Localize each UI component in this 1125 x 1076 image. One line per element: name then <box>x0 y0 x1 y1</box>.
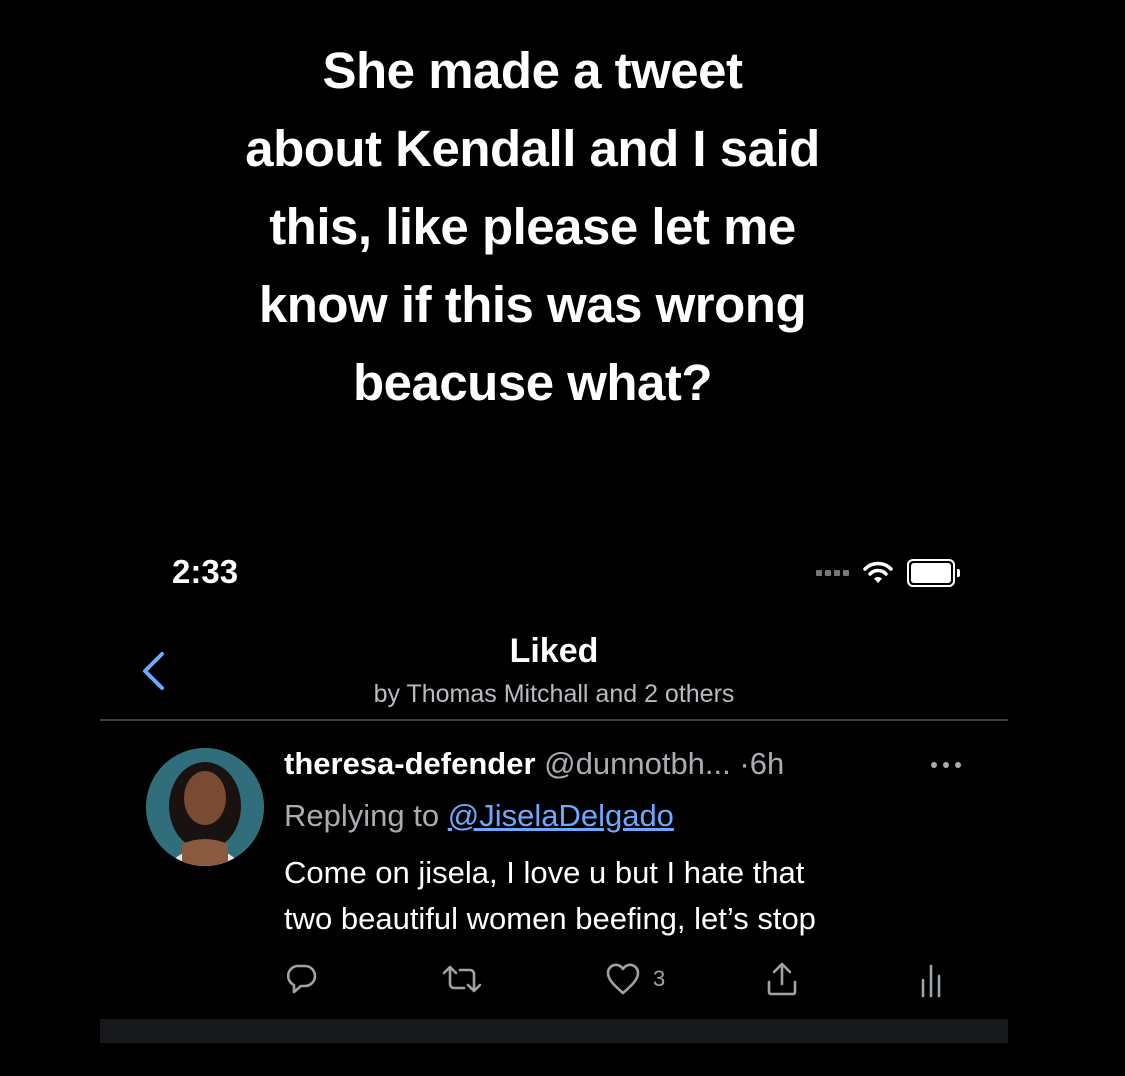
caption-line: beacuse what? <box>352 354 713 411</box>
tweet-text-line: two beautiful women beefing, let’s stop <box>284 901 816 936</box>
retweet-button[interactable] <box>440 962 484 996</box>
tweet-text-line: Come on jisela, I love u but I hate that <box>284 855 805 890</box>
share-button[interactable] <box>764 960 800 998</box>
tweet-author-name[interactable]: theresa-defender <box>284 746 536 781</box>
caption-line: about Kendall and I said <box>245 120 820 177</box>
reply-button[interactable] <box>283 960 319 996</box>
retweet-icon <box>442 965 482 993</box>
like-count: 3 <box>653 966 666 991</box>
tweet[interactable]: theresa-defender @dunnotbh... ·6h Replyi… <box>284 740 984 942</box>
heart-icon <box>606 963 640 995</box>
bottom-separator <box>100 1019 1008 1043</box>
caption-line: She made a tweet <box>322 42 744 99</box>
tweet-author-handle[interactable]: @dunnotbh... <box>544 746 731 781</box>
status-icons <box>816 557 960 589</box>
battery-icon <box>907 559 960 587</box>
replying-to-link[interactable]: @JiselaDelgado <box>448 798 674 833</box>
divider <box>100 719 1008 721</box>
avatar[interactable] <box>146 748 264 866</box>
like-button[interactable]: 3 <box>605 962 665 996</box>
replying-to-line: Replying to @JiselaDelgado <box>284 792 984 840</box>
analytics-icon <box>921 964 941 998</box>
page-subtitle: by Thomas Mitchall and 2 others <box>373 680 735 708</box>
caption-line: this, like please let me <box>269 198 796 255</box>
tweet-text: Come on jisela, I love u but I hate that… <box>284 850 984 942</box>
analytics-button[interactable] <box>918 962 944 998</box>
caption-line: know if this was wrong <box>258 276 807 333</box>
status-time: 2:33 <box>172 553 239 590</box>
share-icon <box>767 962 797 996</box>
tweet-timestamp: ·6h <box>739 746 785 781</box>
signal-icon <box>816 570 849 576</box>
caption-text: She made a tweet about Kendall and I sai… <box>160 32 905 422</box>
tweet-header: theresa-defender @dunnotbh... ·6h <box>284 740 984 788</box>
reply-icon <box>286 964 317 994</box>
tweet-actions: 3 <box>0 958 1125 1002</box>
page-title: Liked <box>509 632 599 670</box>
avatar-image <box>146 748 264 866</box>
replying-to-label: Replying to <box>284 798 440 833</box>
more-options-icon[interactable] <box>930 761 962 769</box>
wifi-icon <box>863 561 893 583</box>
